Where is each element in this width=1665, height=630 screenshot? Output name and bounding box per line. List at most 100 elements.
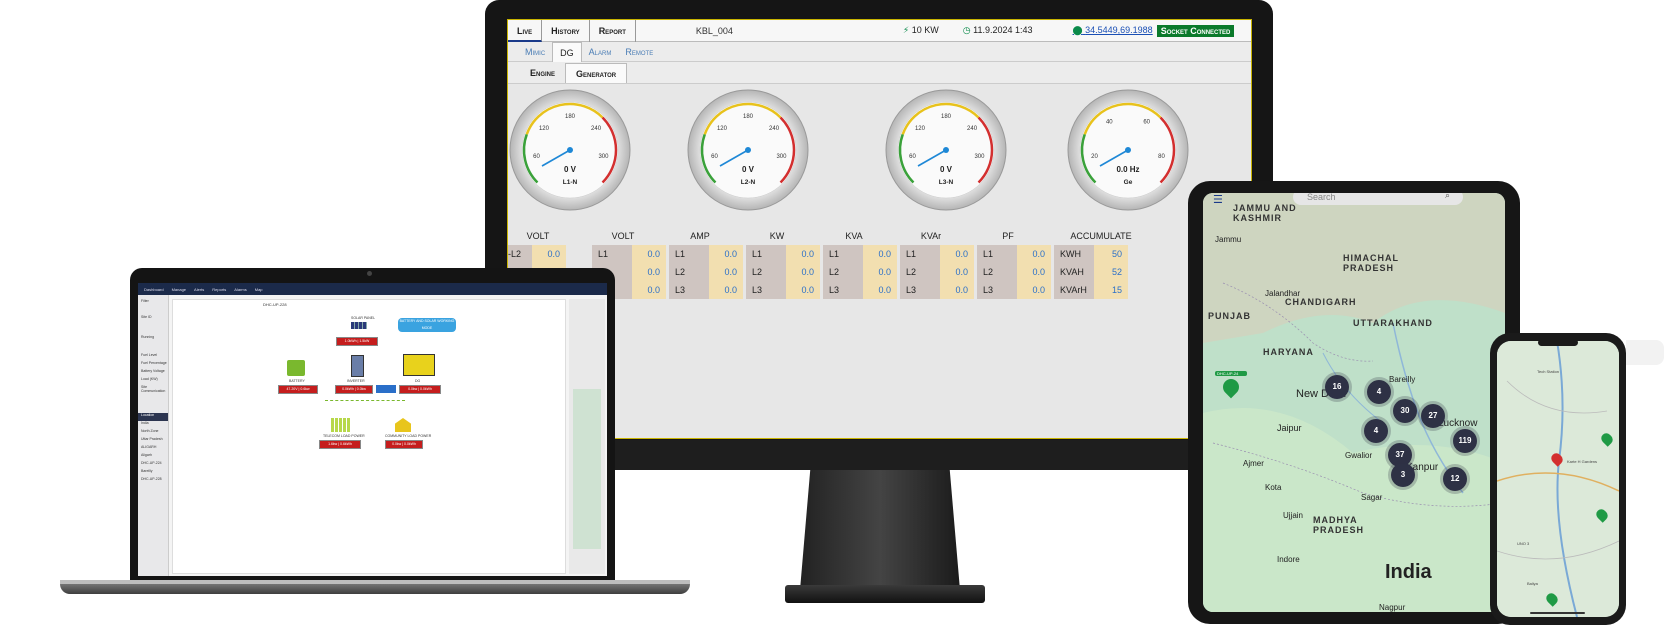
row-label: L3 [900,281,940,299]
tab-history[interactable]: History [542,20,590,42]
gauge-tick-label: 300 [598,154,609,160]
row-value: 0.0 [1017,281,1051,299]
search-icon[interactable]: ⌕ [1445,193,1450,201]
row-label: KWH [1054,245,1094,263]
table-row: L20.0 [823,263,897,281]
marker-cluster[interactable]: 4 [1364,419,1388,443]
region-label: CHANDIGARH [1285,297,1357,307]
gauge-dial: 60 120 180 240 300 0 V L2-N [687,89,809,211]
hamburger-menu-icon[interactable]: ☰ [1213,193,1223,206]
offscreen-card [1626,340,1664,365]
tree-item[interactable]: North Zone [138,429,168,437]
table-row: L1 0.0 [900,245,974,263]
nav-map[interactable]: Map [255,287,263,292]
sidebar-item-load[interactable]: Load (KW) [138,377,168,385]
row-label: L1 [900,245,940,263]
nav-alerts[interactable]: Alerts [194,287,204,292]
pin-label: DHC-UP-24 [1215,371,1247,376]
marker-cluster[interactable]: 27 [1421,404,1445,428]
coordinates-value[interactable]: 34.5449,69.1988 [1085,25,1153,35]
coordinates-link[interactable]: ⬤ 34.5449,69.1988 [1073,25,1153,36]
power-readout: ⚡ 10 KW [903,25,939,36]
nav-manage[interactable]: Manage [172,287,186,292]
clock-icon: ◷ [962,25,971,35]
row-label: L2 [900,263,940,281]
power-value: 10 KW [911,25,939,35]
marker-cluster[interactable]: 16 [1325,375,1349,399]
map-pin-icon [1219,375,1243,399]
sidebar-item-site-id[interactable]: Site ID [138,315,168,323]
location-tree-title: Location [138,413,168,421]
readings-group: L10.0L20.0L30.0 [977,245,1051,299]
tab-mimic[interactable]: Mimic [518,42,552,62]
table-row: L20.0 [669,263,743,281]
nav-alarms[interactable]: Alarms [234,287,246,292]
tab-alarm[interactable]: Alarm [582,42,619,62]
marker-cluster[interactable]: 119 [1453,429,1477,453]
sidebar-item-fuel-level[interactable]: Fuel Level [138,353,168,361]
tree-item[interactable]: Bareilly [138,469,168,477]
row-value: 0.0 [786,263,820,281]
tab-live[interactable]: Live [508,20,543,42]
row-value: 0.0 [863,281,897,299]
table-row: L20.0 [977,263,1051,281]
row-value: 0.0 [863,263,897,281]
nav-dashboard[interactable]: Dashboard [144,287,164,292]
tab-remote[interactable]: Remote [618,42,660,62]
tree-item[interactable]: DHC-UP-228 [138,477,168,485]
battery-label: BATTERY [289,379,305,383]
marker-cluster[interactable]: 3 [1391,463,1415,487]
readings-group: L10.0L20.0L30.0 [900,245,974,299]
socket-status-badge: Socket Connected [1156,24,1235,37]
row-label: L1 [592,245,632,263]
row-value: 0.0 [709,281,743,299]
gauge-tick-label: 60 [1143,120,1150,126]
gauge-tick-label: 120 [915,126,926,132]
location-pin-icon: ⬤ [1072,25,1083,35]
laptop-base [60,580,690,594]
gauge-tick-label: 20 [1091,154,1098,160]
telecom-value-box: 1.6kw | 0.6kWh [319,440,361,449]
gauge-tick-label: 180 [941,114,952,120]
region-label: PUNJAB [1208,311,1252,321]
city-label: Indore [1277,555,1300,564]
gauge-tick-label: 180 [565,114,576,120]
gauge-l1-n: 60 120 180 240 300 0 V L1-N [508,88,632,212]
nav-reports[interactable]: Reports [212,287,226,292]
tab-report[interactable]: Report [590,20,636,42]
tree-item[interactable]: DHC-UP-224 [138,461,168,469]
table-row: L20.0 [746,263,820,281]
tab-generator[interactable]: Generator [565,62,628,83]
sidebar-item-running[interactable]: Running [138,335,168,343]
marker-cluster[interactable]: 4 [1367,380,1391,404]
tree-item[interactable]: ALIGARH [138,445,168,453]
device-id: KBL_004 [695,25,733,36]
tree-item[interactable]: Uttar Pradesh [138,437,168,445]
sidebar-item-filter[interactable]: Filter [138,299,168,307]
gauge-tick-label: 120 [539,126,550,132]
laptop-screen: Dashboard Manage Alerts Reports Alarms M… [138,283,607,576]
gauge-tick-label: 40 [1106,120,1113,126]
row-label: L3 [823,281,863,299]
tab-dg[interactable]: DG [552,41,582,62]
sidebar-item-battery-voltage[interactable]: Battery Voltage [138,369,168,377]
tree-item[interactable]: India [138,421,168,429]
row-value: 50 [1094,245,1128,263]
tab-engine[interactable]: Engine [520,63,565,83]
gauge-tick-label: 240 [769,126,780,132]
marker-cluster[interactable]: 12 [1443,467,1467,491]
marker-cluster[interactable]: 30 [1393,399,1417,423]
gauge-l2-n: 60 120 180 240 300 0 V L2-N [686,88,810,212]
row-value: 0.0 [632,245,666,263]
site-pin[interactable]: DHC-UP-24 [1215,371,1247,399]
gauge-label: L3-N [939,179,954,186]
bolt-icon: ⚡ [902,25,910,35]
city-label: Bareilly [1389,375,1416,384]
region-label: HARYANA [1263,347,1314,357]
sidebar-item-site-communication[interactable]: Site Communication [138,385,168,393]
table-row: L20.0 [900,263,974,281]
readings-group: L10.0L20.0L30.0 [746,245,820,299]
row-label: L3 [669,281,709,299]
sidebar-item-fuel-percentage[interactable]: Fuel Percentage [138,361,168,369]
tree-item[interactable]: Aligarh [138,453,168,461]
